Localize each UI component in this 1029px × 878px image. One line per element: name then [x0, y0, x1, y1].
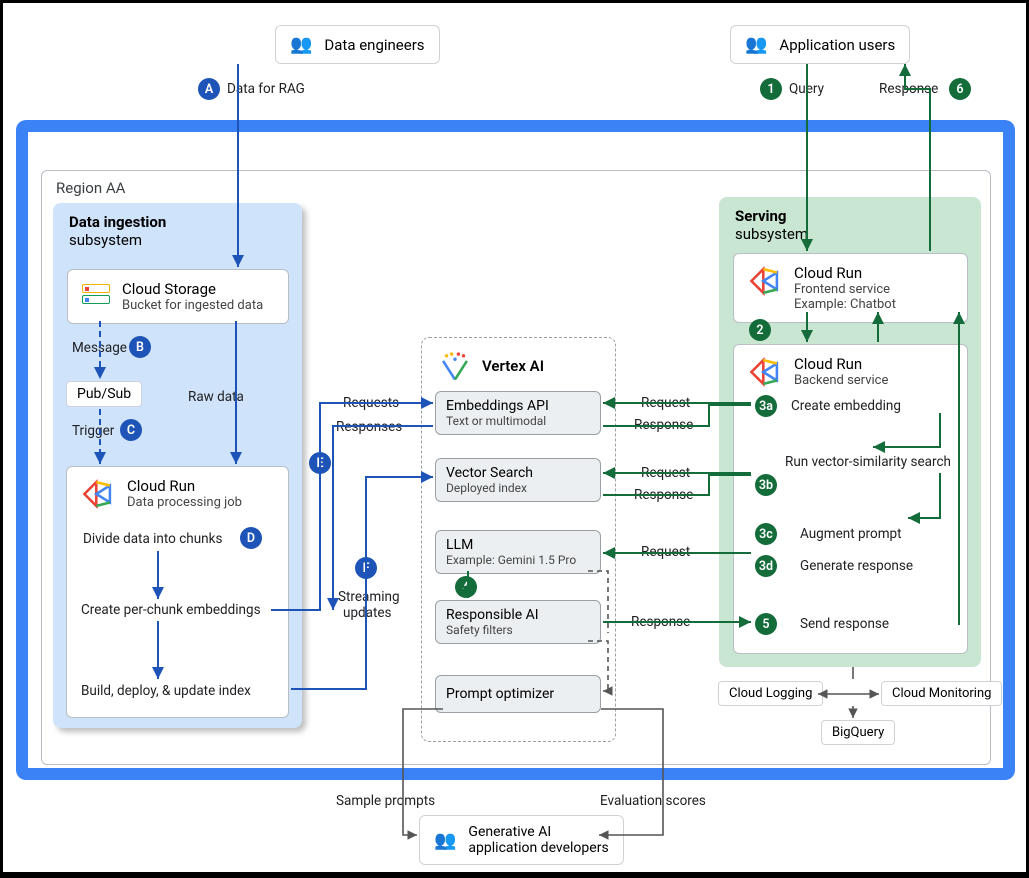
cloud-storage-icon [82, 280, 110, 308]
svc-title: Cloud Monitoring [892, 686, 991, 701]
badge-A: A [198, 78, 220, 100]
cloud-run-icon [748, 355, 782, 389]
cloud-run-icon [748, 264, 782, 298]
label-sample-prompts: Sample prompts [336, 793, 435, 809]
svc-sub: Safety filters [446, 623, 590, 637]
svc-title: Pub/Sub [77, 386, 131, 402]
badge-5: 5 [755, 613, 777, 635]
badge-D: D [240, 527, 262, 549]
svc-title: Cloud Run [127, 477, 242, 495]
prompt-optimizer-card: Prompt optimizer [435, 675, 601, 713]
actor-label2: application developers [468, 840, 608, 856]
region-label: Region AA [56, 179, 125, 197]
badge-3d: 3d [755, 555, 777, 577]
badge-3b: 3b [755, 474, 777, 496]
svc-sub: Deployed index [446, 481, 590, 495]
actor-label: Application users [779, 36, 895, 54]
svc-title: Responsible AI [446, 607, 590, 623]
svc-title: Prompt optimizer [446, 686, 590, 702]
label-request-vec: Request [641, 465, 690, 481]
label-requests: Requests [343, 395, 399, 411]
cloud-run-frontend-card: Cloud Run Frontend service Example: Chat… [733, 253, 968, 323]
cloud-monitoring-card: Cloud Monitoring [881, 681, 1002, 706]
vertex-title: Vertex AI [482, 357, 544, 375]
cloud-run-ingest-card: Cloud Run Data processing job [66, 466, 289, 718]
label-raw-data: Raw data [188, 389, 244, 405]
svc-sub: Text or multimodal [446, 414, 590, 428]
label-request-emb: Request [641, 395, 690, 411]
architecture-diagram: Data engineers Application users A Data … [0, 0, 1029, 875]
step-divide: Divide data into chunks [83, 531, 222, 547]
actor-app-users: Application users [730, 25, 910, 64]
badge-E: E [309, 452, 331, 474]
bigquery-card: BigQuery [821, 720, 895, 745]
badge-C: C [120, 419, 142, 441]
people-icon [745, 34, 767, 55]
label-response-emb: Response [634, 417, 693, 433]
vector-search-card: Vector Search Deployed index [435, 458, 601, 502]
svc-title: Cloud Storage [122, 280, 263, 298]
pubsub-card: Pub/Sub [66, 381, 142, 407]
llm-card: LLM Example: Gemini 1.5 Pro [435, 530, 601, 574]
cloud-run-backend-card: Cloud Run Backend service [733, 344, 968, 654]
actor-label: Data engineers [324, 36, 424, 54]
svc-title: Cloud Run [794, 264, 896, 282]
responsible-ai-card: Responsible AI Safety filters [435, 600, 601, 644]
badge-B: B [129, 336, 151, 358]
step-5: Send response [800, 616, 889, 632]
people-icon [434, 830, 456, 851]
label-updates: updates [343, 605, 392, 621]
actor-data-engineers: Data engineers [275, 25, 440, 64]
serving-title: Servingsubsystem [735, 207, 808, 243]
label-message: Message [72, 340, 127, 356]
badge-4: 4 [455, 576, 477, 598]
label-trigger: Trigger [72, 423, 114, 439]
actor-gen-ai-devs: Generative AI application developers [419, 815, 624, 865]
svc-title: Embeddings API [446, 398, 590, 414]
step-vs-search: Run vector-similarity search [785, 454, 951, 470]
label-response-vec: Response [634, 487, 693, 503]
badge-F: F [355, 557, 377, 579]
vertex-ai-header: Vertex AI [438, 349, 544, 383]
ingestion-title: Data ingestionsubsystem [69, 213, 166, 249]
svc-title: Vector Search [446, 465, 590, 481]
svc-title: Cloud Logging [729, 686, 812, 701]
svc-sub: Backend service [794, 373, 888, 388]
badge-3a: 3a [755, 395, 777, 417]
label-response-rai: Response [631, 614, 690, 630]
label-response: Response [879, 81, 938, 97]
label-request-llm: Request [641, 544, 690, 560]
step-3a: Create embedding [791, 398, 901, 414]
cloud-logging-card: Cloud Logging [718, 681, 823, 706]
embeddings-api-card: Embeddings API Text or multimodal [435, 391, 601, 435]
vertex-ai-icon [438, 349, 472, 383]
svc-sub: Example: Gemini 1.5 Pro [446, 553, 590, 567]
cloud-storage-card: Cloud Storage Bucket for ingested data [67, 269, 289, 324]
svc-sub: Data processing job [127, 495, 242, 510]
people-icon [290, 34, 312, 55]
svc-sub: Bucket for ingested data [122, 298, 263, 313]
badge-1: 1 [760, 78, 782, 100]
google-cloud-label: Google Cloud [48, 130, 180, 155]
step-embeddings: Create per-chunk embeddings [81, 602, 261, 618]
badge-6: 6 [949, 78, 971, 100]
label-eval-scores: Evaluation scores [600, 793, 706, 809]
badge-2: 2 [749, 319, 771, 341]
svc-sub2: Example: Chatbot [794, 297, 896, 312]
label-query: Query [789, 81, 824, 97]
cloud-run-icon [81, 477, 115, 511]
label-data-for-rag: Data for RAG [227, 81, 305, 97]
badge-3c: 3c [755, 523, 777, 545]
step-3d: Generate response [800, 558, 913, 574]
svc-title: Cloud Run [794, 355, 888, 373]
svc-title: BigQuery [832, 725, 884, 740]
actor-label: Generative AI [468, 824, 608, 840]
label-streaming: Streaming [338, 589, 400, 605]
step-3c: Augment prompt [800, 526, 902, 542]
svc-title: LLM [446, 537, 590, 553]
svc-sub: Frontend service [794, 282, 896, 297]
step-index: Build, deploy, & update index [81, 683, 251, 699]
label-responses: Responses [336, 419, 402, 435]
